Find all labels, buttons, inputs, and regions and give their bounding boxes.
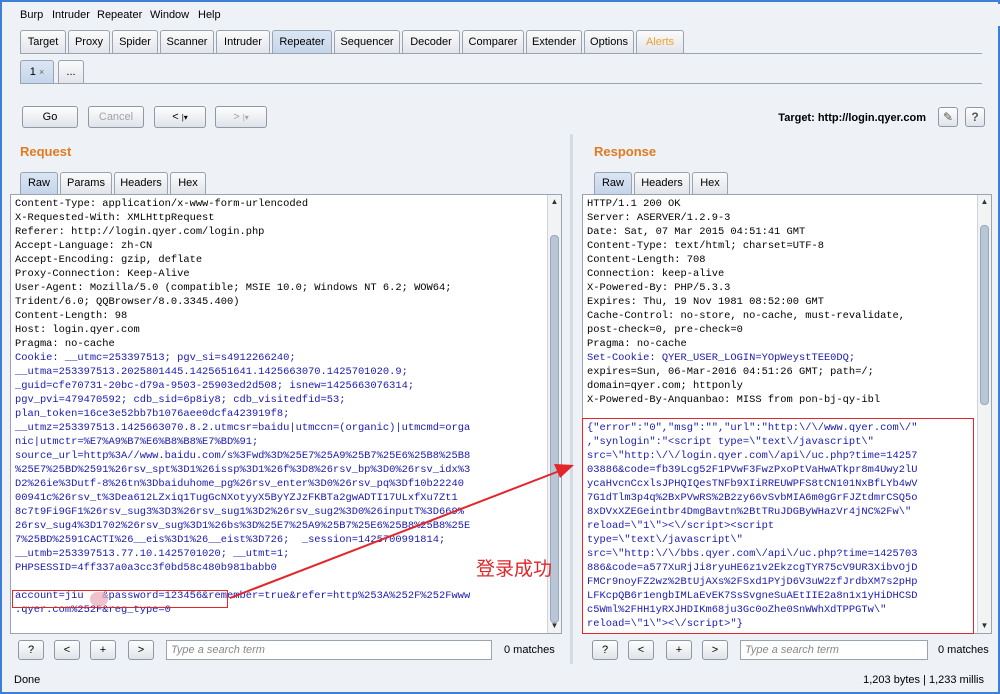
status-text: Done [14, 674, 41, 686]
status-stats: 1,203 bytes | 1,233 millis [863, 674, 984, 686]
burp-window: Burp Intruder Repeater Window Help Targe… [0, 0, 1000, 694]
annotation-text: 登录成功 [476, 558, 553, 580]
annotation-arrow [229, 464, 574, 599]
